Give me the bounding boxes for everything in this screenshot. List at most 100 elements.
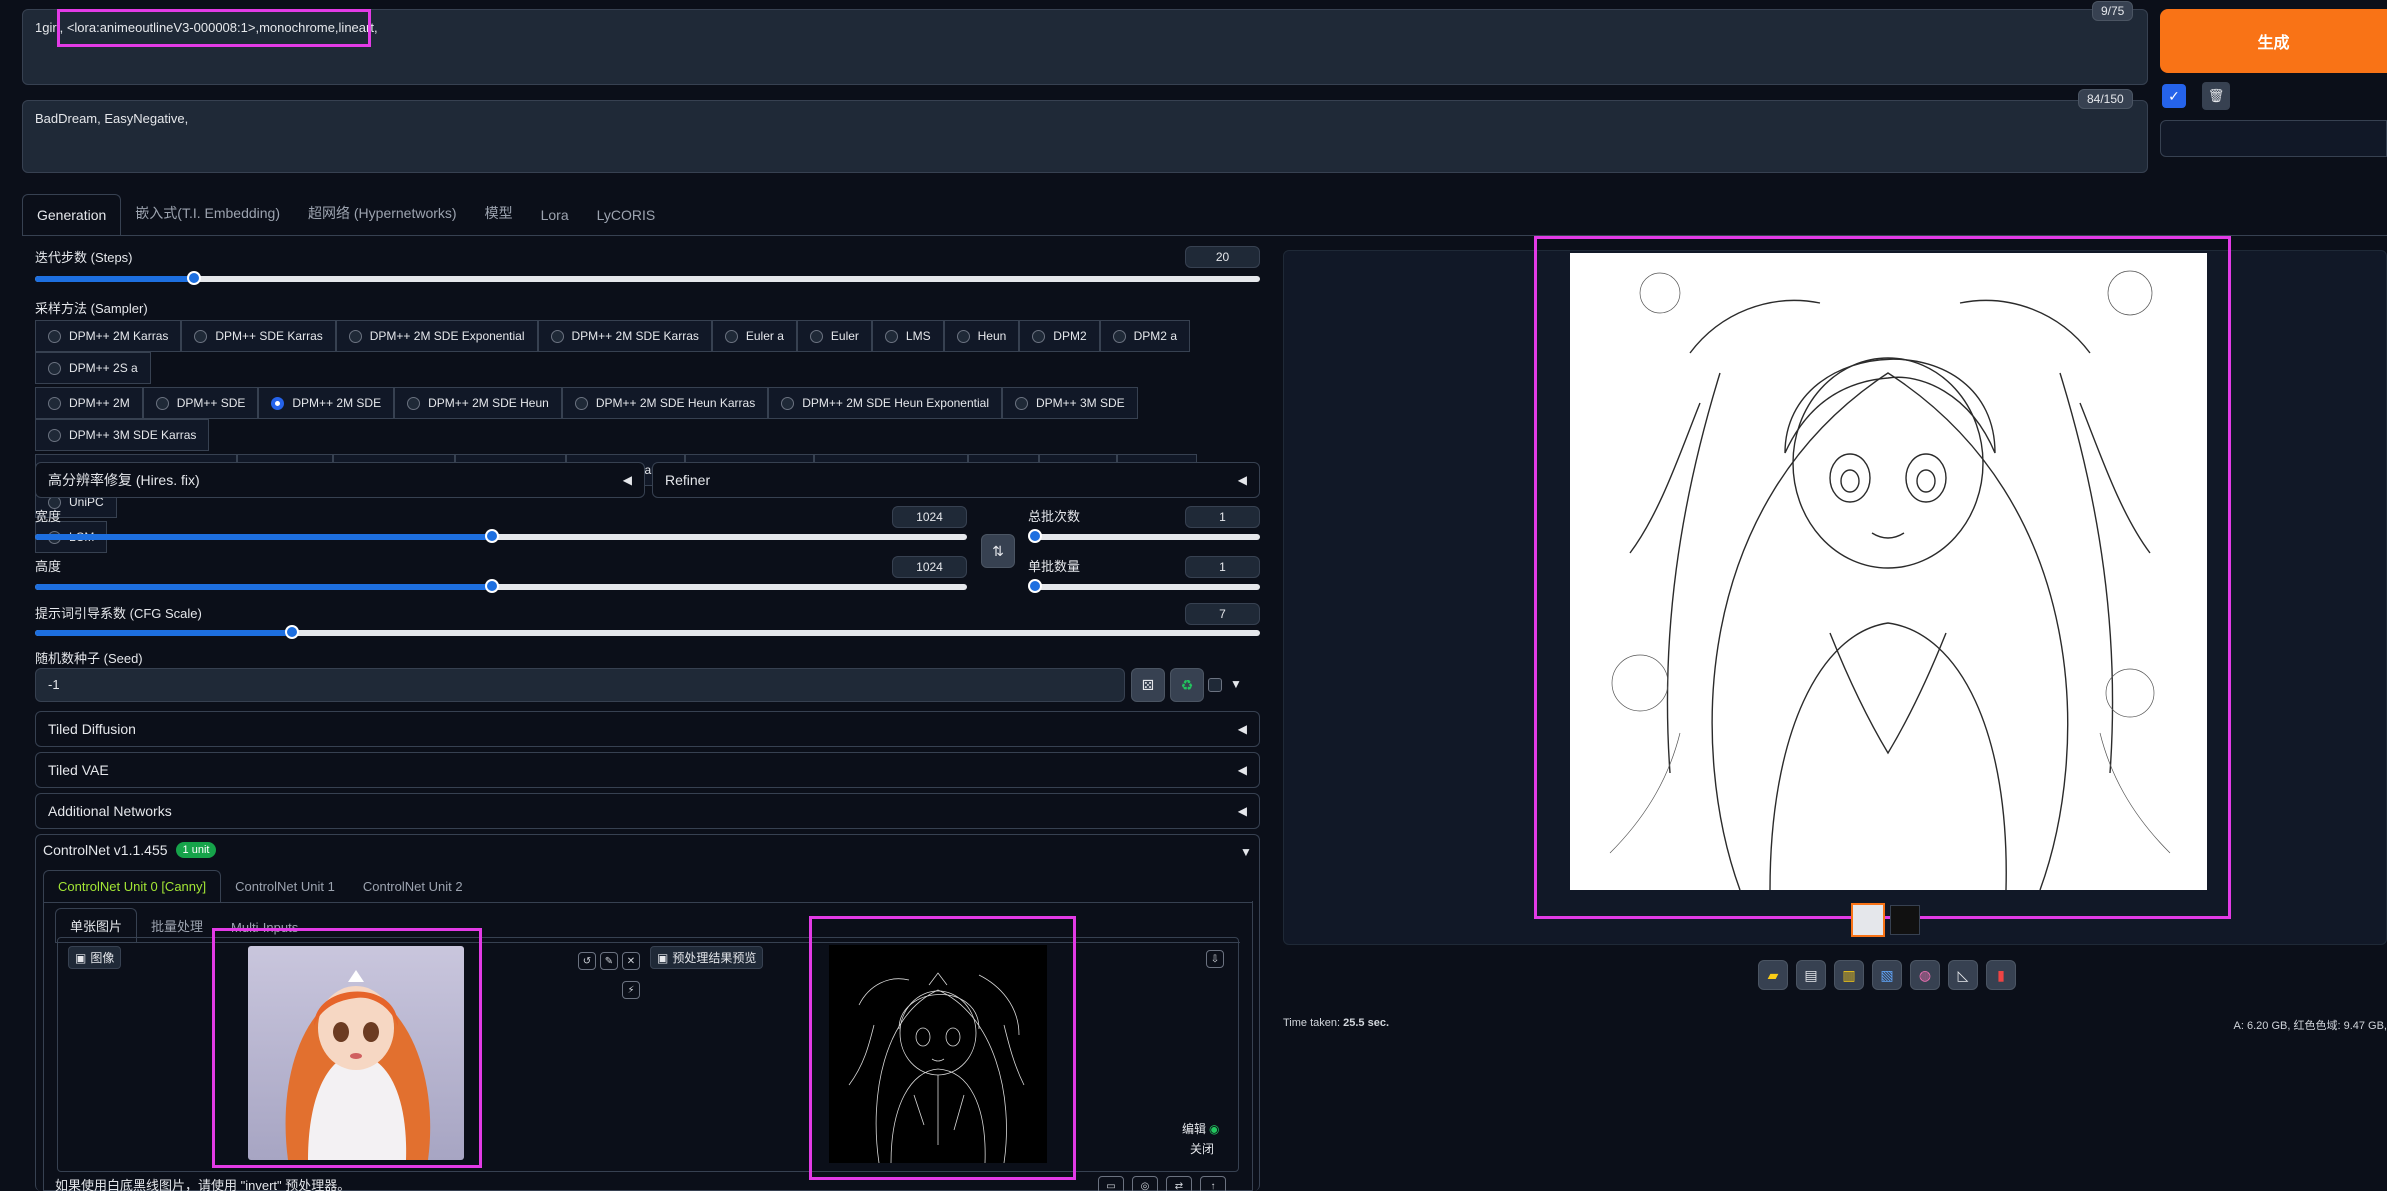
extra-seed-checkbox[interactable]	[1208, 678, 1222, 692]
image-icon: ▣	[657, 950, 669, 965]
sampler-option[interactable]: DPM++ 2M SDE Heun	[394, 387, 562, 419]
slider-handle[interactable]	[1028, 529, 1042, 543]
slider-handle[interactable]	[484, 529, 499, 543]
swap-dimensions-button[interactable]: ⇅	[981, 534, 1015, 568]
width-slider[interactable]	[35, 529, 967, 543]
webcam-icon[interactable]: ◎	[1132, 1176, 1158, 1191]
batch-count-input[interactable]: 1	[1185, 506, 1260, 528]
tab-controlnet-unit-1[interactable]: ControlNet Unit 1	[221, 871, 349, 902]
slider-handle[interactable]	[285, 625, 300, 639]
image-input-label: ▣ 图像	[68, 946, 122, 969]
zip-icon[interactable]: ▥	[1834, 960, 1864, 990]
save-icon[interactable]: ▤	[1796, 960, 1826, 990]
steps-input[interactable]: 20	[1185, 246, 1260, 268]
hires-fix-accordion[interactable]: 高分辨率修复 (Hires. fix) ◀	[35, 462, 645, 498]
generate-button[interactable]: 生成	[2160, 9, 2387, 73]
sampler-option-label: LMS	[905, 329, 931, 343]
edit-preview-button[interactable]: 编辑 ◉	[1182, 1120, 1220, 1137]
apply-styles-checkbox[interactable]: ✓	[2162, 84, 2186, 108]
sampler-option[interactable]: DPM++ 2M SDE Heun Exponential	[768, 387, 1002, 419]
send-dimensions-icon[interactable]: ↑	[1200, 1176, 1226, 1191]
accordion-tiled-diffusion[interactable]: Tiled Diffusion ◀	[35, 711, 1260, 747]
negative-prompt-text: BadDream, EasyNegative,	[35, 111, 189, 126]
transfer-icon[interactable]: ⚡	[622, 981, 640, 999]
batch-size-slider[interactable]	[1028, 579, 1260, 593]
undo-icon[interactable]: ↺	[578, 952, 596, 970]
slider-handle[interactable]	[1028, 579, 1042, 593]
height-slider[interactable]	[35, 579, 967, 593]
accordion-tiled-vae[interactable]: Tiled VAE ◀	[35, 752, 1260, 788]
tab-hypernetworks[interactable]: 超网络 (Hypernetworks)	[294, 191, 471, 235]
close-preview-button[interactable]: 关闭	[1190, 1140, 1214, 1157]
batch-count-slider[interactable]	[1028, 529, 1260, 543]
controlnet-unit-tabs: ControlNet Unit 0 [Canny] ControlNet Uni…	[43, 870, 1253, 903]
sampler-option[interactable]: DPM++ SDE Karras	[181, 320, 336, 352]
sampler-option[interactable]: LMS	[871, 320, 944, 352]
sampler-option-label: DPM++ 3M SDE	[1035, 396, 1125, 410]
sampler-option[interactable]: DPM++ 2M	[35, 387, 143, 419]
tab-controlnet-unit-0[interactable]: ControlNet Unit 0 [Canny]	[43, 870, 222, 902]
sampler-option-label: DPM++ 2S a	[69, 361, 138, 375]
sampler-option-label: DPM++ 2M Karras	[69, 329, 169, 343]
folder-icon[interactable]: ▰	[1758, 960, 1788, 990]
radio-icon	[48, 428, 61, 442]
sampler-option[interactable]: DPM++ SDE	[142, 387, 259, 419]
trash-icon: 🗑	[2207, 88, 2225, 103]
hires-fix-label: 高分辨率修复 (Hires. fix)	[48, 472, 200, 488]
accordion-additional-networks[interactable]: Additional Networks ◀	[35, 793, 1260, 829]
triangle-down-icon[interactable]: ▼	[1240, 845, 1252, 859]
slider-handle[interactable]	[187, 271, 202, 285]
close-icon[interactable]: ✕	[622, 952, 640, 970]
tab-controlnet-unit-2[interactable]: ControlNet Unit 2	[349, 871, 477, 902]
tab-lora[interactable]: Lora	[527, 195, 583, 235]
ruler-icon[interactable]: ◺	[1948, 960, 1978, 990]
cfg-slider[interactable]	[35, 625, 1260, 639]
cfg-input[interactable]: 7	[1185, 603, 1260, 625]
batch-size-label: 单批数量	[1028, 559, 1081, 574]
sampler-option[interactable]: DPM++ 2S a	[35, 352, 151, 384]
sampler-option[interactable]: DPM2	[1019, 320, 1100, 352]
image-icon[interactable]: ▧	[1872, 960, 1902, 990]
palette-icon[interactable]: ◍	[1910, 960, 1940, 990]
main-tabs: Generation 嵌入式(T.I. Embedding) 超网络 (Hype…	[22, 191, 2387, 236]
sampler-option[interactable]: DPM2 a	[1099, 320, 1190, 352]
steps-slider[interactable]	[35, 271, 1260, 285]
output-thumbnail-2[interactable]	[1890, 905, 1920, 935]
sampler-option[interactable]: DPM++ 2M Karras	[35, 320, 182, 352]
tab-lycoris[interactable]: LyCORIS	[583, 195, 670, 235]
slider-fill	[35, 630, 293, 636]
sampler-option[interactable]: Euler a	[711, 320, 797, 352]
sampler-option[interactable]: Euler	[796, 320, 872, 352]
height-input[interactable]: 1024	[892, 556, 967, 578]
edit-brush-icon[interactable]: ✎	[600, 952, 618, 970]
random-seed-button[interactable]: ⚄	[1131, 668, 1165, 702]
reuse-seed-button[interactable]: ♻	[1170, 668, 1204, 702]
sampler-option[interactable]: DPM++ 2M SDE Exponential	[335, 320, 538, 352]
sampler-option[interactable]: DPM++ 2M SDE	[258, 387, 395, 419]
mirror-icon[interactable]: ⇄	[1166, 1176, 1192, 1191]
controlnet-header[interactable]: ControlNet v1.1.455 1 unit	[43, 842, 217, 858]
tab-generation[interactable]: Generation	[22, 194, 122, 235]
sampler-option[interactable]: Heun	[943, 320, 1020, 352]
negative-prompt-textarea[interactable]: BadDream, EasyNegative,	[22, 100, 2148, 173]
batch-size-input[interactable]: 1	[1185, 556, 1260, 578]
triangle-down-icon[interactable]: ▼	[1230, 677, 1242, 691]
download-icon[interactable]: ⇩	[1206, 950, 1224, 968]
tab-embedding[interactable]: 嵌入式(T.I. Embedding)	[121, 191, 294, 235]
sampler-option[interactable]: DPM++ 3M SDE	[1001, 387, 1138, 419]
sampler-option[interactable]: DPM++ 3M SDE Karras	[35, 419, 210, 451]
seed-value: -1	[48, 677, 60, 692]
close-label: 关闭	[1190, 1142, 1215, 1156]
clear-prompt-button[interactable]: 🗑	[2202, 82, 2230, 110]
slider-handle[interactable]	[484, 579, 499, 593]
styles-dropdown[interactable]	[2160, 120, 2387, 157]
sampler-option[interactable]: DPM++ 2M SDE Heun Karras	[561, 387, 769, 419]
new-canvas-icon[interactable]: ▭	[1098, 1176, 1124, 1191]
seed-input[interactable]: -1	[35, 668, 1125, 702]
tab-checkpoints[interactable]: 模型	[471, 191, 527, 235]
extras-icon[interactable]: ▮	[1986, 960, 2016, 990]
sampler-option[interactable]: DPM++ 2M SDE Karras	[537, 320, 712, 352]
output-thumbnail-1[interactable]	[1851, 903, 1885, 937]
width-input[interactable]: 1024	[892, 506, 967, 528]
refiner-accordion[interactable]: Refiner ◀	[652, 462, 1260, 498]
